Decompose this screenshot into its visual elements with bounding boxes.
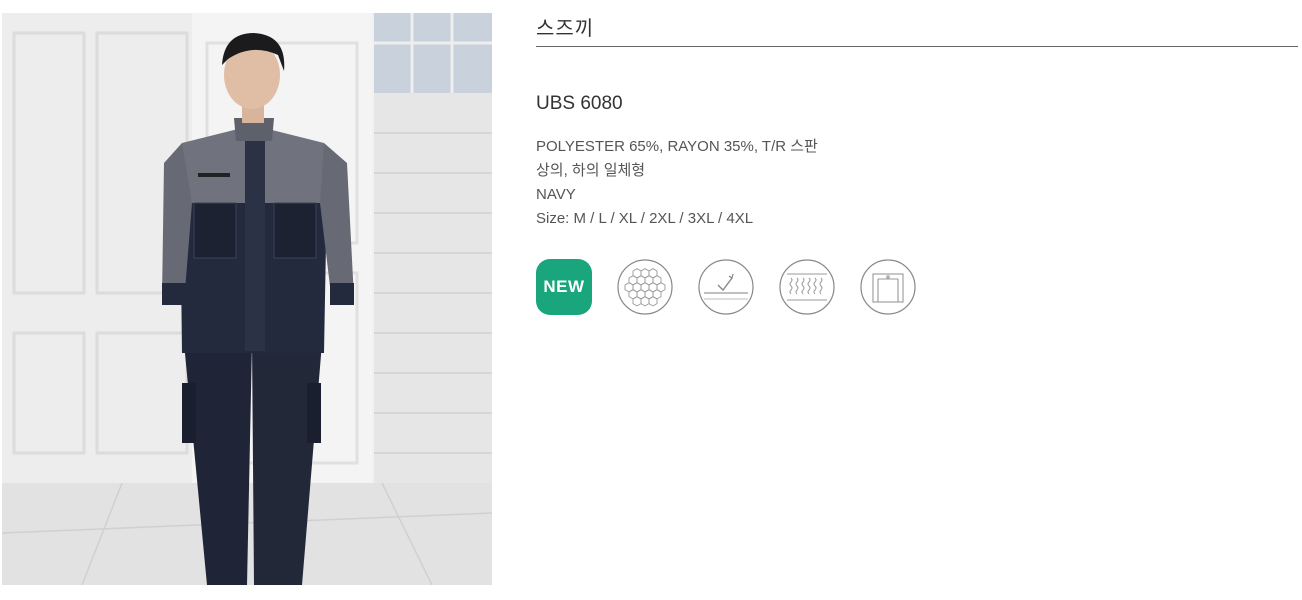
feature-icons: NEW xyxy=(536,259,916,315)
new-badge: NEW xyxy=(536,259,592,315)
divider xyxy=(536,46,1298,47)
stretch-fabric-icon xyxy=(779,259,835,315)
product-photo xyxy=(2,13,492,585)
product-specs: POLYESTER 65%, RAYON 35%, T/R 스판 상의, 하의 … xyxy=(536,135,818,231)
honeycomb-fabric-icon xyxy=(617,259,673,315)
size-text: Size: M / L / XL / 2XL / 3XL / 4XL xyxy=(536,210,754,227)
product-code: UBS 6080 xyxy=(536,93,623,114)
pocket-icon xyxy=(860,259,916,315)
category-title: 스즈끼 xyxy=(536,18,595,40)
material-text: POLYESTER 65%, RAYON 35%, T/R 스판 xyxy=(536,138,818,155)
color-text: NAVY xyxy=(536,186,576,203)
type-text: 상의, 하의 일체형 xyxy=(536,162,646,179)
new-badge-label: NEW xyxy=(536,259,592,315)
quick-dry-icon xyxy=(698,259,754,315)
